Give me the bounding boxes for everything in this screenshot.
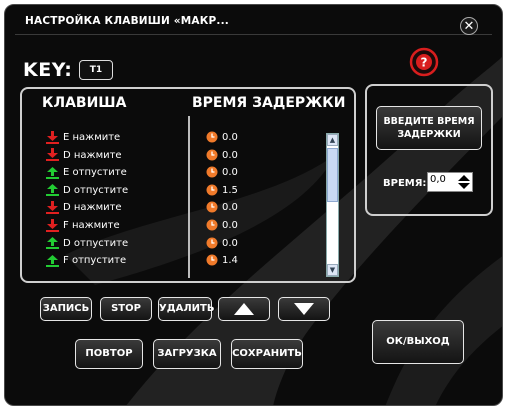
macro-delay-value: 0.0 <box>222 167 238 179</box>
macro-row-delay[interactable]: 0.0 <box>206 235 238 252</box>
macro-row-delay[interactable]: 1.5 <box>206 182 238 199</box>
macro-key-name: D <box>63 202 71 214</box>
macro-row-key[interactable]: D нажмите <box>46 199 122 216</box>
macro-delay-value: 0.0 <box>222 202 238 214</box>
repeat-button[interactable]: ПОВТОР <box>75 339 143 369</box>
macro-settings-window: НАСТРОЙКА КЛАВИШИ «МАКР... ✕ ? KEY: T1 К… <box>4 4 503 406</box>
macro-row-key[interactable]: F нажмите <box>46 217 120 234</box>
help-icon[interactable]: ? <box>409 47 439 77</box>
record-button[interactable]: ЗАПИСЬ <box>40 297 92 321</box>
macro-action: отпустите <box>72 167 127 179</box>
macro-action: нажмите <box>73 149 122 161</box>
macro-row-delay[interactable]: 0.0 <box>206 199 238 216</box>
key-release-arrow-icon <box>46 166 59 179</box>
triangle-down-icon <box>294 303 314 315</box>
clock-icon <box>206 254 218 266</box>
macro-key-name: F <box>63 220 69 231</box>
key-press-arrow-icon <box>46 218 59 232</box>
macro-delay-value: 0.0 <box>222 132 238 143</box>
window-title: НАСТРОЙКА КЛАВИШИ «МАКР... <box>25 15 229 27</box>
stop-button[interactable]: STOP <box>100 297 152 321</box>
triangle-up-icon <box>234 303 254 315</box>
macro-key-name: E <box>63 167 70 179</box>
time-spinner[interactable]: 0,0 <box>427 172 473 192</box>
macro-key-name: F <box>63 255 69 267</box>
key-press-arrow-icon <box>46 200 59 214</box>
macro-action: нажмите <box>72 132 121 143</box>
macro-key-name: D <box>63 149 71 161</box>
macro-delay-value: 1.5 <box>222 184 238 196</box>
macro-row-key[interactable]: D нажмите <box>46 147 122 164</box>
column-divider <box>188 116 190 278</box>
macro-row-key[interactable]: D отпустите <box>46 182 128 199</box>
macro-key-name: D <box>63 237 71 249</box>
key-release-arrow-icon <box>46 237 59 250</box>
key-release-arrow-icon <box>46 184 59 197</box>
clock-icon <box>206 184 218 196</box>
macro-key-name: D <box>63 184 71 196</box>
macro-delay-value: 0.0 <box>222 149 238 161</box>
move-down-button[interactable] <box>278 297 330 321</box>
spinner-arrows-icon[interactable] <box>457 174 471 190</box>
macro-row-delay[interactable]: 1.4 <box>206 252 238 269</box>
macro-row-key[interactable]: E отпустите <box>46 164 127 181</box>
clock-icon <box>206 219 218 231</box>
macro-action: нажмите <box>71 220 120 231</box>
scroll-down-arrow-icon[interactable]: ▼ <box>327 264 338 276</box>
macro-row-key[interactable]: D отпустите <box>46 235 128 252</box>
load-button[interactable]: ЗАГРУЗКА <box>153 339 221 369</box>
clock-icon <box>206 201 218 213</box>
macro-row-delay[interactable]: 0.0 <box>206 164 238 181</box>
column-header-key: КЛАВИША <box>42 95 127 111</box>
macro-delay-value: 0.0 <box>222 237 238 249</box>
macro-row-delay[interactable]: 0.0 <box>206 217 238 234</box>
macro-key-name: E <box>63 132 70 143</box>
clock-icon <box>206 131 218 143</box>
macro-row-delay[interactable]: 0.0 <box>206 129 238 146</box>
macro-row-key[interactable]: F отпустите <box>46 252 126 269</box>
macro-row-key[interactable]: E нажмите <box>46 129 120 146</box>
macro-delay-value: 1.4 <box>222 255 238 267</box>
move-up-button[interactable] <box>218 297 270 321</box>
time-value[interactable]: 0,0 <box>430 174 446 185</box>
delete-button[interactable]: УДАЛИТЬ <box>158 297 214 321</box>
macro-list-panel: КЛАВИША ВРЕМЯ ЗАДЕРЖКИ E нажмите 0.0 D наж… <box>20 87 356 283</box>
column-header-delay: ВРЕМЯ ЗАДЕРЖКИ <box>192 95 346 111</box>
close-icon: ✕ <box>463 19 475 34</box>
scroll-thumb[interactable] <box>327 148 338 202</box>
clock-icon <box>206 166 218 178</box>
macro-action: отпустите <box>73 184 129 196</box>
key-release-arrow-icon <box>46 254 59 267</box>
ok-exit-button[interactable]: ОК/ВЫХОД <box>372 320 464 364</box>
key-press-arrow-icon <box>46 148 59 162</box>
key-label: KEY: <box>23 59 73 81</box>
macro-action: отпустите <box>73 237 129 249</box>
macro-delay-value: 0.0 <box>222 220 238 231</box>
macro-row-delay[interactable]: 0.0 <box>206 147 238 164</box>
delay-input-panel: ВВЕДИТЕ ВРЕМЯ ЗАДЕРЖКИ ВРЕМЯ: 0,0 <box>365 84 493 216</box>
macro-action: отпустите <box>71 255 127 267</box>
clock-icon <box>206 237 218 249</box>
key-press-arrow-icon <box>46 130 59 144</box>
svg-text:?: ? <box>421 56 428 70</box>
macro-action: нажмите <box>73 202 122 214</box>
title-divider <box>15 34 492 35</box>
key-button[interactable]: T1 <box>79 60 113 80</box>
list-scrollbar[interactable]: ▲ ▼ <box>326 133 339 277</box>
close-button[interactable]: ✕ <box>460 17 478 35</box>
time-label: ВРЕМЯ: <box>383 178 427 189</box>
clock-icon <box>206 149 218 161</box>
save-button[interactable]: СОХРАНИТЬ <box>231 339 303 369</box>
scroll-up-arrow-icon[interactable]: ▲ <box>327 134 338 146</box>
enter-delay-button[interactable]: ВВЕДИТЕ ВРЕМЯ ЗАДЕРЖКИ <box>376 106 482 150</box>
